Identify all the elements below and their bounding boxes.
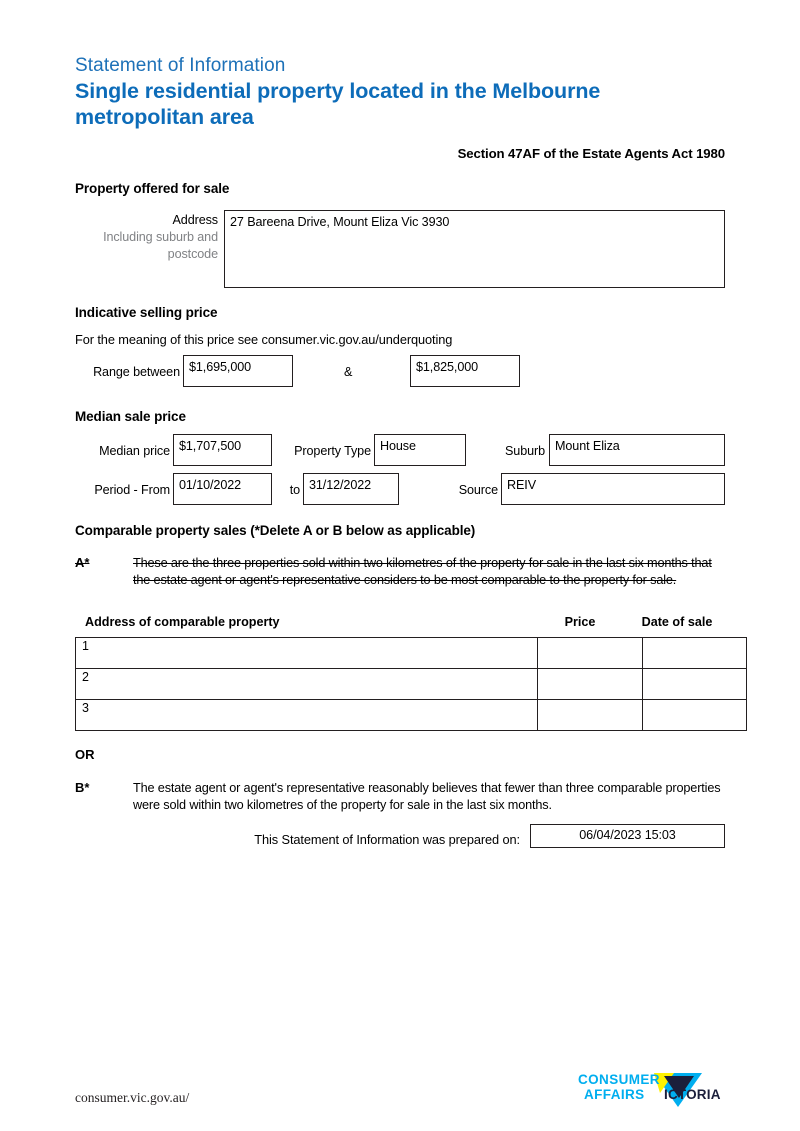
prepared-on-value: 06/04/2023 15:03 [579, 828, 676, 842]
suburb-label: Suburb [504, 444, 545, 458]
prepared-on-field[interactable]: 06/04/2023 15:03 [530, 824, 725, 848]
comparable-date-cell[interactable] [642, 668, 747, 700]
comparable-address-cell[interactable]: 1 [75, 637, 538, 669]
comparable-sales-table: 123 [75, 637, 747, 732]
underquoting-note: For the meaning of this price see consum… [75, 332, 453, 347]
section-heading-median-sale-price: Median sale price [75, 409, 186, 424]
or-label: OR [75, 747, 95, 762]
address-field[interactable]: 27 Bareena Drive, Mount Eliza Vic 3930 [224, 210, 725, 288]
source-value: REIV [507, 478, 536, 492]
footer-url[interactable]: consumer.vic.gov.au/ [75, 1090, 189, 1106]
median-price-label: Median price [99, 444, 170, 458]
column-header-price: Price [564, 615, 596, 629]
source-field[interactable]: REIV [501, 473, 725, 505]
column-header-date-of-sale: Date of sale [641, 615, 713, 629]
period-from-value: 01/10/2022 [179, 478, 242, 492]
range-separator: & [344, 365, 353, 379]
section-heading-property-offered: Property offered for sale [75, 181, 230, 196]
comparable-price-cell[interactable] [537, 668, 643, 700]
comparable-date-cell[interactable] [642, 637, 747, 669]
option-b-text: The estate agent or agent's representati… [133, 781, 721, 812]
option-a-text: These are the three properties sold with… [133, 556, 712, 587]
address-value: 27 Bareena Drive, Mount Eliza Vic 3930 [230, 215, 450, 229]
range-high-value: $1,825,000 [416, 360, 479, 374]
range-between-label: Range between [93, 365, 180, 379]
period-to-value: 31/12/2022 [309, 478, 372, 492]
statement-of-information-page: Statement of Information Single resident… [0, 0, 800, 1131]
document-kicker: Statement of Information [75, 55, 286, 76]
suburb-field[interactable]: Mount Eliza [549, 434, 725, 466]
section-heading-comparable-sales: Comparable property sales (*Delete A or … [75, 523, 476, 538]
consumer-affairs-victoria-logo: CONSUMER AFFAIRS ICTORIA [578, 1070, 726, 1108]
suburb-value: Mount Eliza [555, 439, 620, 453]
svg-text:ICTORIA: ICTORIA [664, 1087, 721, 1102]
property-type-label: Property Type [294, 444, 371, 458]
page-title: Single residential property located in t… [75, 79, 601, 129]
svg-text:AFFAIRS: AFFAIRS [584, 1087, 645, 1102]
comparable-address-cell[interactable]: 3 [75, 699, 538, 731]
comparable-date-cell[interactable] [642, 699, 747, 731]
median-price-field[interactable]: $1,707,500 [173, 434, 272, 466]
property-type-field[interactable]: House [374, 434, 466, 466]
source-label: Source [458, 483, 498, 497]
option-b-marker: B* [75, 780, 90, 795]
period-to-label: to [289, 483, 300, 497]
period-to-field[interactable]: 31/12/2022 [303, 473, 399, 505]
comparable-address-cell[interactable]: 2 [75, 668, 538, 700]
comparable-price-cell[interactable] [537, 699, 643, 731]
table-row: 2 [75, 668, 747, 700]
comparable-price-cell[interactable] [537, 637, 643, 669]
option-a-marker: A* [75, 555, 90, 570]
address-label-sublabel: Including suburb and postcode [103, 230, 218, 261]
period-from-field[interactable]: 01/10/2022 [173, 473, 272, 505]
table-row: 1 [75, 637, 747, 669]
property-type-value: House [380, 439, 416, 453]
svg-text:CONSUMER: CONSUMER [578, 1072, 660, 1087]
act-reference: Section 47AF of the Estate Agents Act 19… [457, 146, 726, 161]
table-row: 3 [75, 699, 747, 731]
column-header-address: Address of comparable property [85, 615, 280, 629]
prepared-on-label: This Statement of Information was prepar… [254, 832, 520, 847]
range-high-field[interactable]: $1,825,000 [410, 355, 520, 387]
range-low-value: $1,695,000 [189, 360, 252, 374]
section-heading-indicative-price: Indicative selling price [75, 305, 218, 320]
range-low-field[interactable]: $1,695,000 [183, 355, 293, 387]
median-price-value: $1,707,500 [179, 439, 242, 453]
period-from-label: Period - From [94, 483, 170, 497]
address-label: Address [172, 213, 219, 227]
